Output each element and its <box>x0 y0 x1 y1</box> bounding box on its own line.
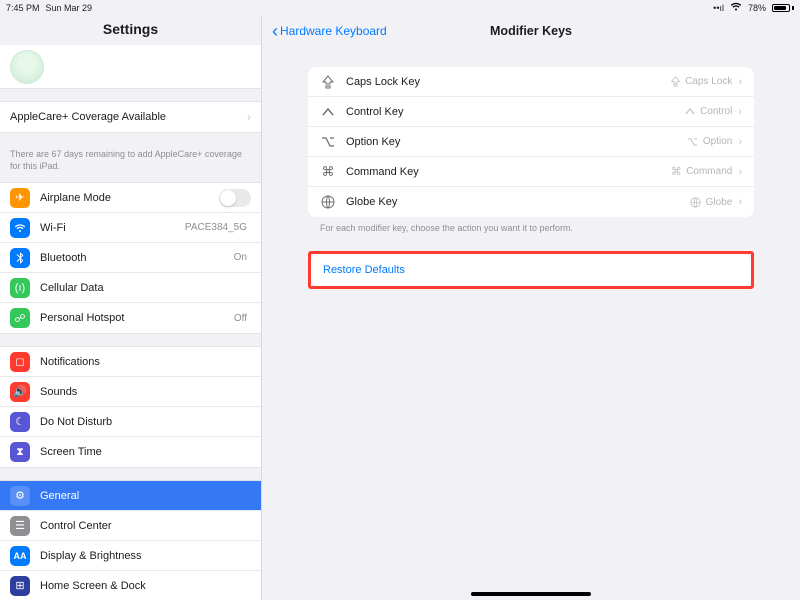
chevron-right-icon: › <box>247 110 251 124</box>
caps-lock-row[interactable]: Caps Lock Key Caps Lock › <box>308 67 754 97</box>
sidebar-item-label: General <box>40 490 251 502</box>
wifi-icon <box>730 2 742 13</box>
chevron-right-icon: › <box>738 166 742 178</box>
sidebar-item-label: Wi-Fi <box>40 222 185 234</box>
chevron-right-icon: › <box>738 76 742 88</box>
globe-icon <box>690 196 702 208</box>
detail-pane: ‹ Hardware Keyboard Modifier Keys Caps L… <box>262 15 800 600</box>
key-label: Control Key <box>346 106 684 118</box>
sidebar-item-sounds[interactable]: 🔊 Sounds <box>0 377 261 407</box>
settings-sidebar: Settings AppleCare+ Coverage Available ›… <box>0 15 262 600</box>
key-value: Option <box>703 136 732 147</box>
battery-icon <box>772 4 794 12</box>
sidebar-item-label: Screen Time <box>40 446 251 458</box>
sidebar-item-bluetooth[interactable]: Bluetooth On <box>0 243 261 273</box>
sidebar-item-value: Off <box>234 313 247 324</box>
sidebar-item-label: Airplane Mode <box>40 192 219 204</box>
globe-icon <box>320 194 336 210</box>
applecare-footnote: There are 67 days remaining to add Apple… <box>0 145 261 182</box>
battery-percent: 78% <box>748 3 766 13</box>
sidebar-item-label: Bluetooth <box>40 252 234 264</box>
sidebar-item-label: Sounds <box>40 386 251 398</box>
sidebar-item-notifications[interactable]: ◻ Notifications <box>0 347 261 377</box>
key-label: Caps Lock Key <box>346 76 669 88</box>
highlight-box: Restore Defaults <box>308 251 754 289</box>
cellular-signal-icon: ••ıl <box>713 3 724 13</box>
sliders-icon: ☰ <box>10 516 30 536</box>
avatar <box>10 50 44 84</box>
moon-icon: ☾ <box>10 412 30 432</box>
status-date: Sun Mar 29 <box>46 3 93 13</box>
home-indicator[interactable] <box>471 592 591 596</box>
command-icon: ⌘ <box>670 166 682 178</box>
sidebar-title: Settings <box>0 15 261 45</box>
status-time: 7:45 PM <box>6 3 40 13</box>
capslock-icon <box>669 76 681 88</box>
control-icon <box>320 104 336 120</box>
sidebar-item-wifi[interactable]: Wi-Fi PACE384_5G <box>0 213 261 243</box>
key-value: Caps Lock <box>685 76 732 87</box>
modifier-keys-list: Caps Lock Key Caps Lock › Control Key Co… <box>308 67 754 217</box>
option-icon <box>320 134 336 150</box>
capslock-icon <box>320 74 336 90</box>
control-icon <box>684 106 696 118</box>
sidebar-item-label: Display & Brightness <box>40 550 251 562</box>
applecare-row[interactable]: AppleCare+ Coverage Available › <box>0 102 261 132</box>
sounds-icon: 🔊 <box>10 382 30 402</box>
cellular-icon: (ı) <box>10 278 30 298</box>
chevron-left-icon: ‹ <box>272 22 278 40</box>
command-row[interactable]: ⌘ Command Key ⌘ Command › <box>308 157 754 187</box>
back-button[interactable]: ‹ Hardware Keyboard <box>272 22 387 40</box>
sidebar-item-hotspot[interactable]: ☍ Personal Hotspot Off <box>0 303 261 333</box>
airplane-icon: ✈ <box>10 188 30 208</box>
chevron-right-icon: › <box>738 106 742 118</box>
sidebar-item-value: On <box>234 252 247 263</box>
notifications-icon: ◻ <box>10 352 30 372</box>
airplane-toggle[interactable] <box>219 189 251 207</box>
grid-icon: ⊞ <box>10 576 30 596</box>
globe-row[interactable]: Globe Key Globe › <box>308 187 754 217</box>
sidebar-item-homescreen[interactable]: ⊞ Home Screen & Dock <box>0 571 261 600</box>
hourglass-icon: ⧗ <box>10 442 30 462</box>
sidebar-item-controlcenter[interactable]: ☰ Control Center <box>0 511 261 541</box>
profile-row[interactable] <box>0 45 261 89</box>
sidebar-item-label: Home Screen & Dock <box>40 580 251 592</box>
sidebar-item-label: Control Center <box>40 520 251 532</box>
sidebar-item-screentime[interactable]: ⧗ Screen Time <box>0 437 261 467</box>
hotspot-icon: ☍ <box>10 308 30 328</box>
option-icon <box>687 136 699 148</box>
restore-defaults-button[interactable]: Restore Defaults <box>311 254 751 286</box>
option-row[interactable]: Option Key Option › <box>308 127 754 157</box>
sidebar-item-label: Cellular Data <box>40 282 251 294</box>
command-icon: ⌘ <box>320 164 336 180</box>
section-caption: For each modifier key, choose the action… <box>308 217 754 247</box>
applecare-label: AppleCare+ Coverage Available <box>10 111 247 123</box>
wifi-settings-icon <box>10 218 30 238</box>
key-value: Command <box>686 166 732 177</box>
key-label: Command Key <box>346 166 670 178</box>
sidebar-item-general[interactable]: ⚙ General <box>0 481 261 511</box>
status-bar: 7:45 PM Sun Mar 29 ••ıl 78% <box>0 0 800 15</box>
key-label: Option Key <box>346 136 687 148</box>
chevron-right-icon: › <box>738 196 742 208</box>
key-label: Globe Key <box>346 196 690 208</box>
control-row[interactable]: Control Key Control › <box>308 97 754 127</box>
sidebar-item-label: Do Not Disturb <box>40 416 251 428</box>
gear-icon: ⚙ <box>10 486 30 506</box>
chevron-right-icon: › <box>738 136 742 148</box>
bluetooth-icon <box>10 248 30 268</box>
key-value: Globe <box>706 197 733 208</box>
text-size-icon: AA <box>10 546 30 566</box>
key-value: Control <box>700 106 732 117</box>
back-label: Hardware Keyboard <box>280 24 387 38</box>
sidebar-item-display[interactable]: AA Display & Brightness <box>0 541 261 571</box>
sidebar-item-dnd[interactable]: ☾ Do Not Disturb <box>0 407 261 437</box>
sidebar-item-airplane[interactable]: ✈ Airplane Mode <box>0 183 261 213</box>
sidebar-item-cellular[interactable]: (ı) Cellular Data <box>0 273 261 303</box>
sidebar-item-label: Notifications <box>40 356 251 368</box>
sidebar-item-value: PACE384_5G <box>185 222 247 233</box>
sidebar-item-label: Personal Hotspot <box>40 312 234 324</box>
